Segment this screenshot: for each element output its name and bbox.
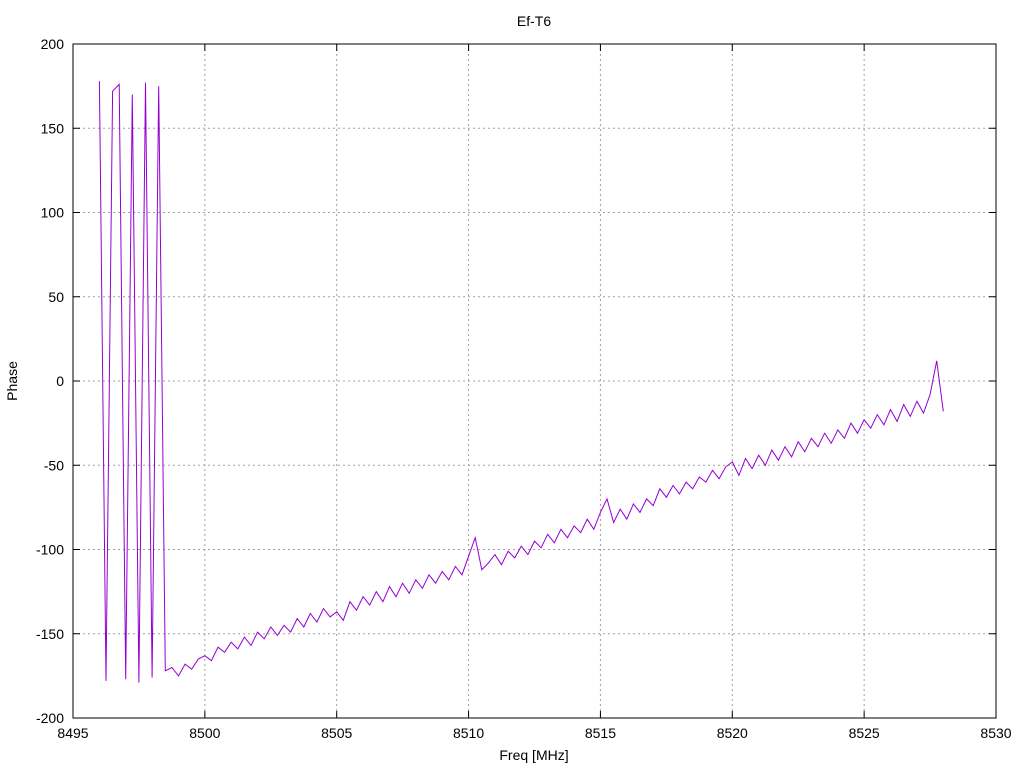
y-tick-label: 0 bbox=[56, 373, 64, 389]
x-tick-label: 8525 bbox=[849, 725, 880, 741]
y-tick-label: -150 bbox=[36, 626, 64, 642]
y-tick-label: 150 bbox=[41, 120, 65, 136]
x-tick-label: 8530 bbox=[980, 725, 1011, 741]
y-tick-label: -100 bbox=[36, 542, 64, 558]
x-tick-label: 8505 bbox=[321, 725, 352, 741]
axis-ticks: 8495 8500 8505 8510 8515 8520 8525 8530 -200 -150… bbox=[36, 36, 1012, 741]
grid bbox=[73, 44, 996, 718]
chart-title: Ef-T6 bbox=[517, 13, 551, 29]
x-tick-label: 8510 bbox=[453, 725, 484, 741]
x-tick-label: 8500 bbox=[189, 725, 220, 741]
y-tick-label: 50 bbox=[48, 289, 64, 305]
y-tick-label: -200 bbox=[36, 710, 64, 726]
x-tick-label: 8520 bbox=[717, 725, 748, 741]
x-tick-label: 8495 bbox=[57, 725, 88, 741]
x-tick-label: 8515 bbox=[585, 725, 616, 741]
x-axis-label: Freq [MHz] bbox=[499, 747, 568, 763]
y-tick-label: 100 bbox=[41, 205, 65, 221]
y-axis-label: Phase bbox=[4, 361, 20, 401]
y-tick-label: -50 bbox=[44, 457, 64, 473]
y-tick-label: 200 bbox=[41, 36, 65, 52]
phase-chart: 8495 8500 8505 8510 8515 8520 8525 8530 -200 -150… bbox=[4, 13, 1012, 763]
series-line-phase bbox=[98, 81, 944, 683]
